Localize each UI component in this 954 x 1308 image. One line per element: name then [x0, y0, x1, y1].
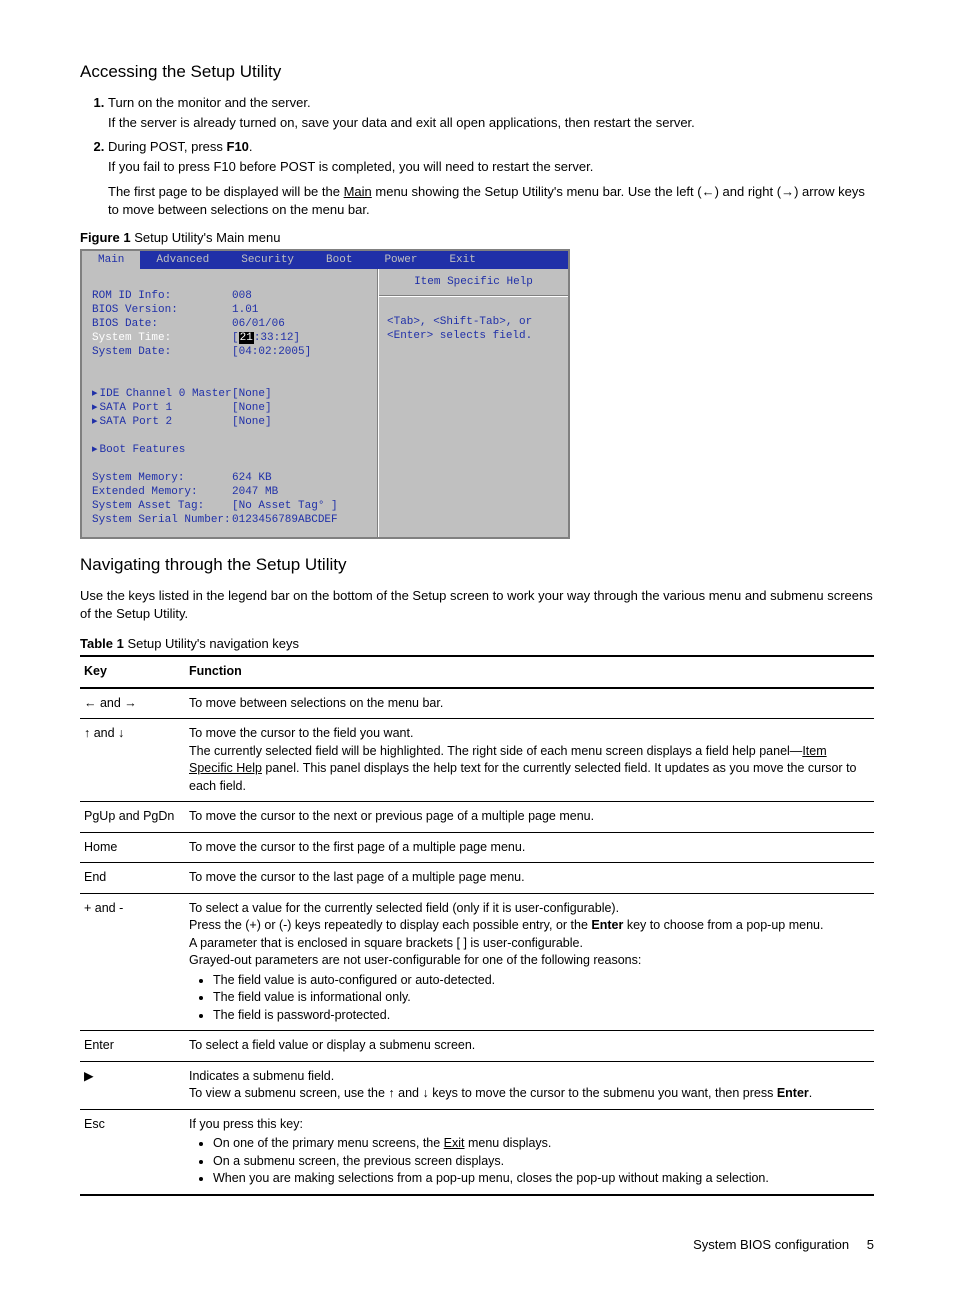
heading-navigating: Navigating through the Setup Utility: [80, 553, 874, 577]
submenu-arrow-icon: ▶: [80, 1061, 185, 1109]
table-row: ▶ Indicates a submenu field. To view a s…: [80, 1061, 874, 1109]
table-row: Home To move the cursor to the first pag…: [80, 832, 874, 863]
step-2: During POST, press F10. If you fail to p…: [108, 138, 874, 219]
footer-section: System BIOS configuration: [693, 1237, 849, 1252]
bios-tab-power: Power: [368, 251, 433, 269]
table-row: End To move the cursor to the last page …: [80, 863, 874, 894]
table-1-caption: Table 1 Setup Utility's navigation keys: [80, 635, 874, 653]
step-2-sub1: If you fail to press F10 before POST is …: [108, 158, 874, 176]
table-row: Esc If you press this key: On one of the…: [80, 1109, 874, 1195]
bios-body: ROM ID Info:008 BIOS Version: 1.01 BIOS …: [82, 269, 568, 537]
table-row: ← and → To move between selections on th…: [80, 688, 874, 719]
submenu-icon: ▸: [92, 444, 98, 456]
table-row: PgUp and PgDn To move the cursor to the …: [80, 802, 874, 833]
table-row: ↑ and ↓ To move the cursor to the field …: [80, 719, 874, 802]
bios-tab-exit: Exit: [433, 251, 491, 269]
step-2-text: During POST, press F10.: [108, 138, 874, 156]
bios-tab-security: Security: [225, 251, 310, 269]
bios-menu-bar: Main Advanced Security Boot Power Exit: [82, 251, 568, 269]
step-1-text: Turn on the monitor and the server.: [108, 94, 874, 112]
bios-tab-advanced: Advanced: [140, 251, 225, 269]
figure-1-caption: Figure 1 Setup Utility's Main menu: [80, 229, 874, 247]
bios-tab-boot: Boot: [310, 251, 368, 269]
bios-screenshot: Main Advanced Security Boot Power Exit R…: [80, 249, 570, 539]
th-function: Function: [185, 656, 874, 688]
submenu-icon: ▸: [92, 402, 98, 414]
steps-list: Turn on the monitor and the server. If t…: [80, 94, 874, 219]
nav-intro: Use the keys listed in the legend bar on…: [80, 587, 874, 623]
bios-tab-main: Main: [82, 251, 140, 269]
page-number: 5: [867, 1237, 874, 1252]
bios-help-panel: Item Specific Help <Tab>, <Shift-Tab>, o…: [378, 269, 568, 537]
table-row: Enter To select a field value or display…: [80, 1031, 874, 1062]
bios-help-body: <Tab>, <Shift-Tab>, or <Enter> selects f…: [379, 296, 568, 361]
nav-keys-table: Key Function ← and → To move between sel…: [80, 655, 874, 1196]
heading-accessing: Accessing the Setup Utility: [80, 60, 874, 84]
table-row: + and - To select a value for the curren…: [80, 893, 874, 1031]
th-key: Key: [80, 656, 185, 688]
step-1-sub: If the server is already turned on, save…: [108, 114, 874, 132]
submenu-icon: ▸: [92, 388, 98, 400]
step-2-sub2: The first page to be displayed will be t…: [108, 183, 874, 219]
page-footer: System BIOS configuration 5: [80, 1236, 874, 1254]
bios-left-panel: ROM ID Info:008 BIOS Version: 1.01 BIOS …: [82, 269, 378, 537]
step-1: Turn on the monitor and the server. If t…: [108, 94, 874, 132]
submenu-icon: ▸: [92, 416, 98, 428]
bios-system-time-label: System Time:: [92, 331, 232, 345]
bios-help-title: Item Specific Help: [379, 269, 568, 296]
